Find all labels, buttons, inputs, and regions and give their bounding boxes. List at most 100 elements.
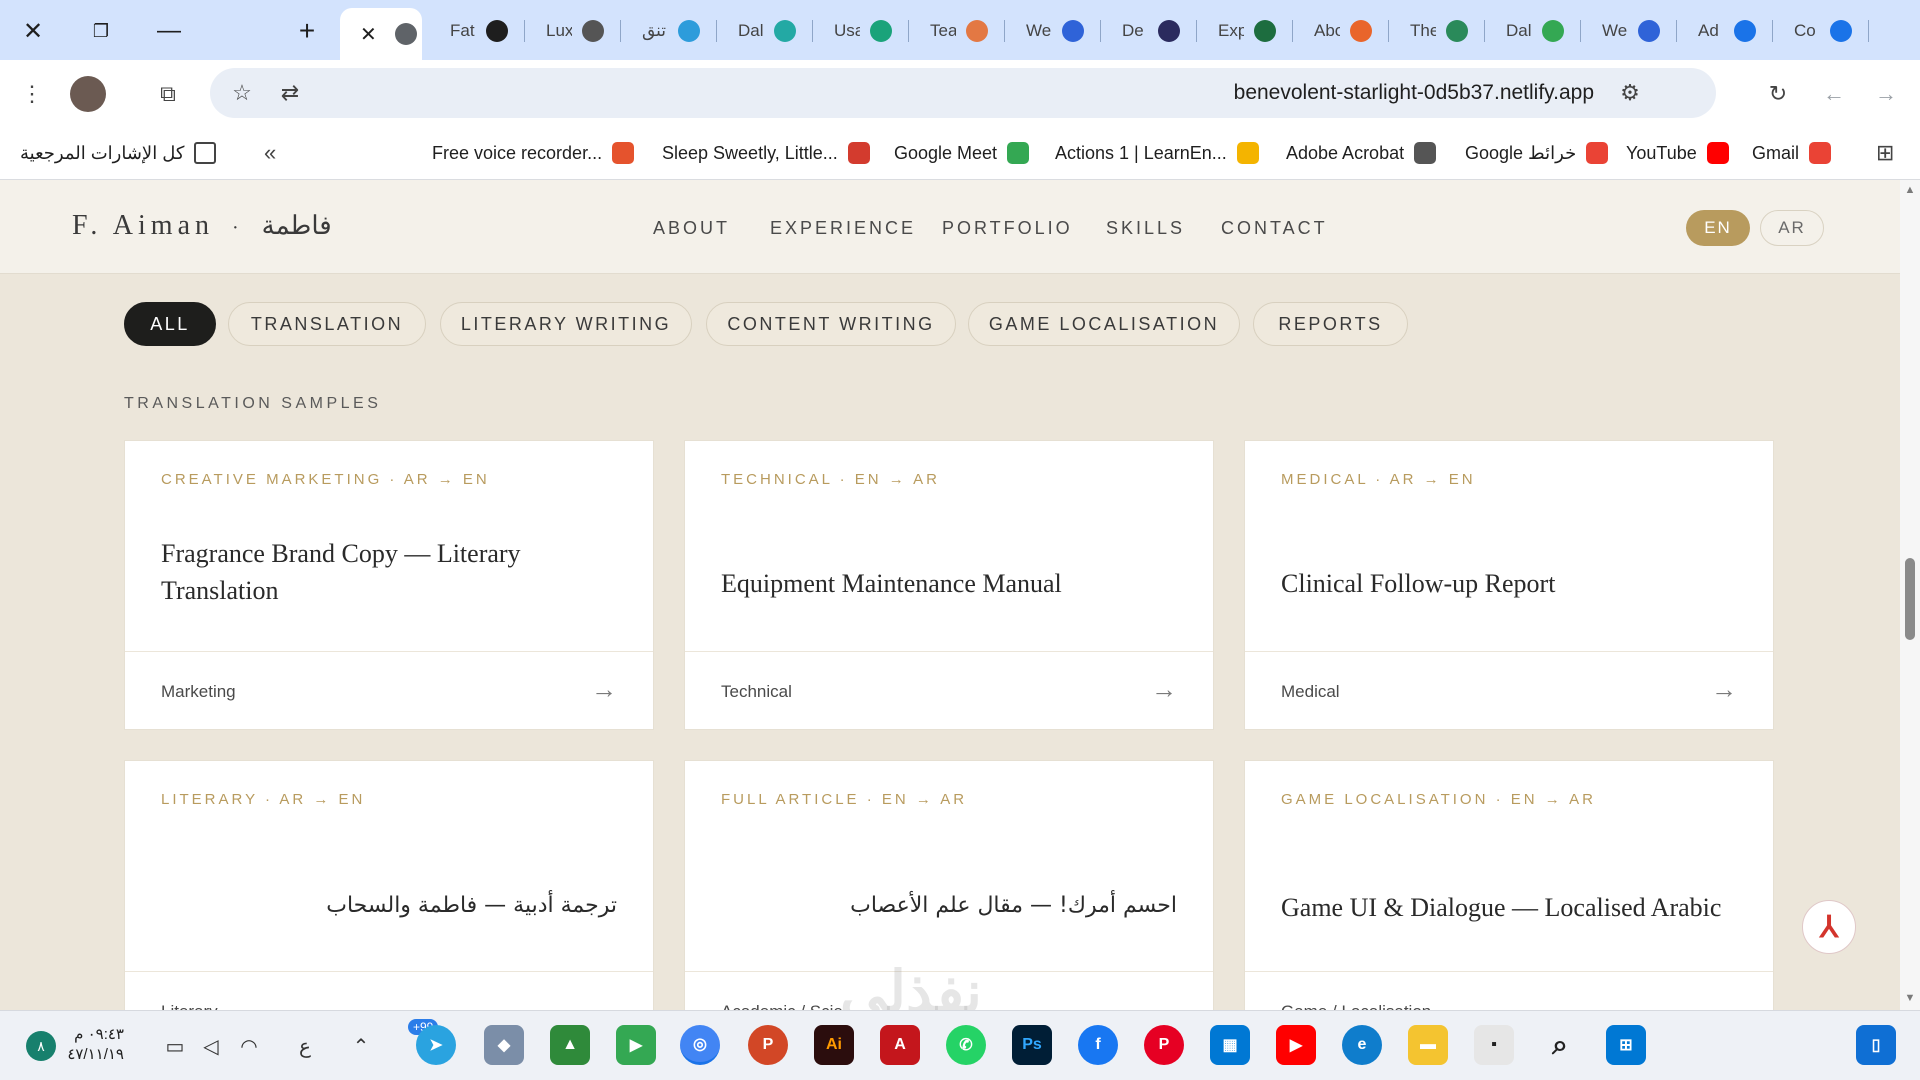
menu-dots-icon[interactable]: ⋮ [14,76,50,112]
scroll-down-icon[interactable]: ▼ [1904,992,1916,1004]
nav-skills[interactable]: SKILLS [1106,218,1185,239]
lang-ar-button[interactable]: AR [1760,210,1824,246]
sample-card[interactable]: MEDICAL · AR → EN Clinical Follow-up Rep… [1244,440,1774,730]
collapse-bookmarks-icon[interactable]: « [264,138,276,168]
bookmark-item[interactable]: Actions 1 | LearnEn... [1055,138,1259,168]
facebook-icon[interactable]: f [1078,1025,1118,1065]
scroll-up-icon[interactable]: ▲ [1904,184,1916,196]
filter-reports[interactable]: REPORTS [1253,302,1408,346]
bookmark-item[interactable]: YouTube [1626,138,1729,168]
filter-content-writing[interactable]: CONTENT WRITING [706,302,956,346]
store-icon[interactable]: ▦ [1210,1025,1250,1065]
browser-tab[interactable]: We [1006,8,1102,54]
bookmark-item[interactable]: Gmail [1752,138,1832,168]
volume-icon[interactable]: ◁ [196,1031,226,1061]
address-bar[interactable]: ☆ ⇄ benevolent-starlight-0d5b37.netlify.… [210,68,1716,118]
meet-app-icon[interactable]: ▶ [616,1025,656,1065]
cube-app-icon[interactable]: ◆ [484,1025,524,1065]
notification-icon[interactable]: ٨ [26,1031,56,1061]
apps-grid-icon[interactable]: ⊞ [1876,138,1894,168]
card-footer: Literary [125,971,653,1010]
browser-tab[interactable]: Fat [430,8,526,54]
browser-tab[interactable]: تنق [622,8,718,54]
desktop-app-icon[interactable]: ▪ [1474,1025,1514,1065]
youtube-icon[interactable]: ▶ [1276,1025,1316,1065]
nav-experience[interactable]: EXPERIENCE [770,218,916,239]
chevron-up-icon[interactable]: ⌃ [346,1031,376,1061]
close-tab-icon[interactable]: ✕ [360,22,377,47]
all-bookmarks-button[interactable]: كل الإشارات المرجعية [20,138,217,168]
browser-tab[interactable]: Tea [910,8,1006,54]
sample-card[interactable]: CREATIVE MARKETING · AR → EN Fragrance B… [124,440,654,730]
bookmark-item[interactable]: Google Meet [894,138,1030,168]
wifi-icon[interactable]: ◠ [234,1031,264,1061]
bookmark-item[interactable]: Sleep Sweetly, Little... [662,138,870,168]
reload-icon[interactable]: ↻ [1760,76,1796,112]
acrobat-icon[interactable]: A [880,1025,920,1065]
sample-card[interactable]: FULL ARTICLE · EN → AR احسم أمرك! — مقال… [684,760,1214,1010]
sample-card[interactable]: TECHNICAL · EN → AR Equipment Maintenanc… [684,440,1214,730]
profile-avatar[interactable] [70,76,106,112]
tab-active[interactable]: ✕ [340,8,422,60]
chrome-icon[interactable]: ◎ [680,1025,720,1065]
nav-about[interactable]: ABOUT [653,218,730,239]
pdf-icon[interactable]: ⅄ [1802,900,1856,954]
close-window-icon[interactable]: ✕ [16,14,50,48]
browser-tab[interactable]: Co [1774,8,1870,54]
battery-icon[interactable]: ▭ [160,1031,190,1061]
bookmark-item[interactable]: Google خرائط [1465,138,1609,168]
browser-tab[interactable]: Dal [718,8,814,54]
bookmark-item[interactable]: Adobe Acrobat [1286,138,1437,168]
restore-window-icon[interactable]: ❐ [84,14,118,48]
site-logo[interactable]: F. Aiman · فاطمة [72,210,332,242]
card-kicker: LITERARY · AR → EN [161,791,366,808]
new-tab-icon[interactable]: + [290,14,324,48]
edge-icon[interactable]: e [1342,1025,1382,1065]
photoshop-icon[interactable]: Ps [1012,1025,1052,1065]
browser-tab[interactable]: The [1390,8,1486,54]
bookmark-star-icon[interactable]: ☆ [224,75,260,111]
filter-translation[interactable]: TRANSLATION [228,302,426,346]
search-icon[interactable]: ⌕ [1540,1025,1580,1065]
browser-tab[interactable]: Lux [526,8,622,54]
lang-en-button[interactable]: EN [1686,210,1750,246]
bookmark-item[interactable]: Free voice recorder... [432,138,635,168]
illustrator-icon[interactable]: Ai [814,1025,854,1065]
green-app-icon[interactable]: ▲ [550,1025,590,1065]
whatsapp-icon[interactable]: ✆ [946,1025,986,1065]
translate-icon[interactable]: ⇄ [272,75,308,111]
sample-card[interactable]: LITERARY · AR → EN ترجمة أدبية — فاطمة و… [124,760,654,1010]
extensions-icon[interactable]: ⧉ [150,76,186,112]
arrow-right-icon[interactable]: → [1711,674,1737,705]
browser-tab[interactable]: We [1582,8,1678,54]
filter-all[interactable]: ALL [124,302,216,346]
site-settings-icon[interactable]: ⚙ [1612,75,1648,111]
browser-tab[interactable]: Usa [814,8,910,54]
powerpoint-icon[interactable]: P [748,1025,788,1065]
url-text[interactable]: benevolent-starlight-0d5b37.netlify.app [1234,81,1594,105]
minimize-window-icon[interactable]: — [152,14,186,48]
back-icon[interactable]: ← [1816,76,1852,112]
browser-tab[interactable]: Dal [1486,8,1582,54]
input-language[interactable]: ع [290,1031,320,1061]
filter-literary-writing[interactable]: LITERARY WRITING [440,302,692,346]
show-desktop-icon[interactable]: ▯ [1856,1025,1896,1065]
clock[interactable]: ٠٩:٤٣ م ٤٧/١١/١٩ [62,1025,124,1065]
scroll-thumb[interactable] [1905,558,1915,640]
sample-card[interactable]: GAME LOCALISATION · EN → AR Game UI & Di… [1244,760,1774,1010]
filter-game-localisation[interactable]: GAME LOCALISATION [968,302,1240,346]
nav-portfolio[interactable]: PORTFOLIO [942,218,1073,239]
browser-tab[interactable]: De [1102,8,1198,54]
arrow-right-icon[interactable]: → [1151,674,1177,705]
forward-icon[interactable]: → [1868,76,1904,112]
browser-tab[interactable]: Abo [1294,8,1390,54]
telegram-icon[interactable]: ➤ [416,1025,456,1065]
file-explorer-icon[interactable]: ▬ [1408,1025,1448,1065]
browser-tab[interactable]: Exp [1198,8,1294,54]
browser-tab[interactable]: Ad [1678,8,1774,54]
scrollbar[interactable]: ▲ ▼ [1900,180,1920,1010]
windows-start-icon[interactable]: ⊞ [1606,1025,1646,1065]
arrow-right-icon[interactable]: → [591,674,617,705]
nav-contact[interactable]: CONTACT [1221,218,1328,239]
pinterest-icon[interactable]: P [1144,1025,1184,1065]
